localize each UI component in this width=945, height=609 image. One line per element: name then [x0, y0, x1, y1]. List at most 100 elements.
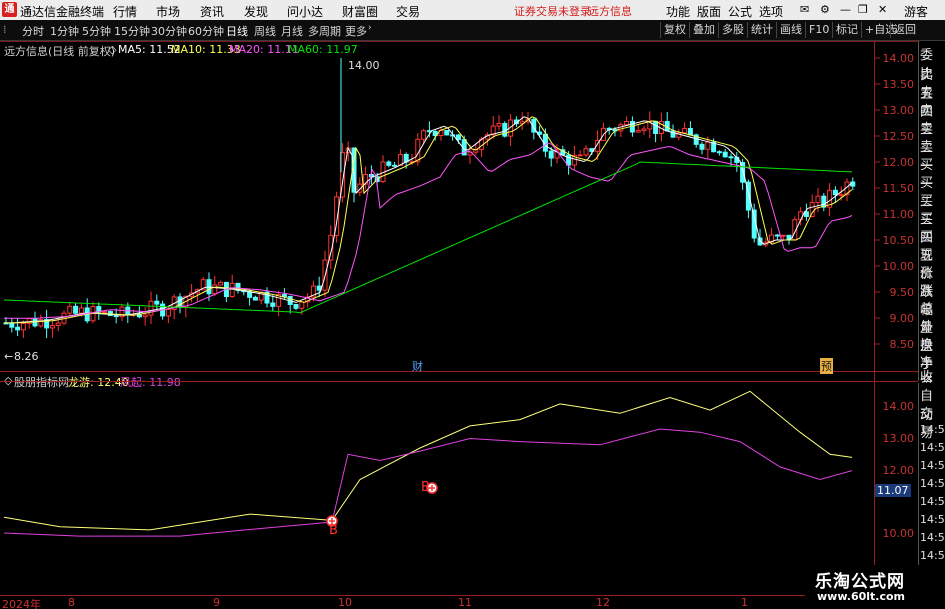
low-price-marker: 8.26 [14, 350, 39, 363]
watermark-url: www.60lt.com [817, 590, 906, 603]
candle-body [484, 134, 490, 140]
restore-icon[interactable]: ❐ [858, 3, 868, 16]
period-1min[interactable]: 1分钟 [50, 23, 79, 39]
chevron-right-icon[interactable]: › [368, 23, 372, 33]
high-price-marker: 14.00 [348, 59, 380, 72]
candle-body [345, 147, 351, 154]
message-icon[interactable]: ✉ [800, 3, 809, 16]
candle-body [415, 138, 421, 163]
candle-body [206, 279, 212, 295]
candle-body [734, 156, 740, 164]
period-minute[interactable]: 分时 [22, 23, 44, 39]
finance-event-marker[interactable]: 财 [412, 358, 423, 374]
menu-quotes[interactable]: 行情 [113, 3, 137, 20]
candle-body [821, 195, 827, 208]
candle-body [774, 234, 780, 237]
menu-market[interactable]: 市场 [156, 3, 180, 20]
f10-button[interactable]: F10 [805, 22, 832, 38]
app-title: 通达信金融终端 [20, 5, 105, 19]
candle-body [560, 149, 566, 156]
candle-body [374, 176, 380, 183]
candle-body [438, 129, 444, 137]
candle-body [467, 151, 473, 156]
candle-body [299, 301, 305, 309]
period-month[interactable]: 月线 [281, 23, 303, 39]
y-tick: 14.00 [882, 400, 915, 413]
settings-icon[interactable]: ⚙ [820, 3, 830, 16]
period-week[interactable]: 周线 [254, 23, 276, 39]
candle-body [276, 294, 282, 307]
info-notice[interactable]: 远方信息 [588, 3, 632, 19]
ma60-value: MA60: 11.97 [288, 43, 358, 56]
candle-body [769, 234, 775, 243]
menu-trade[interactable]: 交易 [396, 3, 420, 20]
draw-button[interactable]: 画线 [776, 22, 805, 38]
candle-body [757, 237, 763, 246]
candle-body [73, 305, 79, 314]
candle-body [658, 120, 664, 135]
candle-body [444, 129, 450, 136]
period-5min[interactable]: 5分钟 [82, 23, 111, 39]
mark-button[interactable]: 标记 [832, 22, 861, 38]
candle-body [171, 296, 177, 310]
candle-body [780, 234, 786, 237]
candle-body [136, 313, 142, 318]
candle-body [838, 194, 844, 197]
buy-signal-label: B [421, 480, 430, 495]
indicator-toggle-icon[interactable]: ◇ [4, 374, 12, 387]
stock-label: 远方信息(日线 前复权) [4, 45, 116, 58]
x-tick: 8 [68, 596, 75, 609]
menu-ask[interactable]: 问小达 [287, 3, 323, 20]
period-multi[interactable]: 多周期 [308, 23, 341, 39]
candle-body [386, 161, 392, 166]
trade-time: 14:56 [920, 477, 945, 490]
menu-discover[interactable]: 发现 [244, 3, 268, 20]
candle-body [235, 282, 241, 292]
period-more[interactable]: 更多 [345, 23, 367, 39]
candle-body [328, 234, 334, 261]
close-icon[interactable]: ✕ [878, 3, 887, 16]
x-tick: 10 [338, 596, 352, 609]
period-15min[interactable]: 15分钟 [114, 23, 150, 39]
candle-body [641, 128, 647, 131]
period-day[interactable]: 日线 [226, 23, 248, 39]
trade-time: 14:56 [920, 549, 945, 562]
menu-formula[interactable]: 公式 [728, 3, 752, 20]
period-30min[interactable]: 30分钟 [151, 23, 187, 39]
period-60min[interactable]: 60分钟 [188, 23, 224, 39]
candle-body [699, 143, 705, 150]
candle-body [687, 128, 693, 136]
guest-label[interactable]: 游客 [904, 3, 928, 20]
candle-body [334, 196, 340, 236]
y-tick: 13.50 [882, 78, 915, 91]
menu-layout[interactable]: 版面 [697, 3, 721, 20]
y-tick: 12.50 [882, 130, 915, 143]
trade-time: 14:56 [920, 441, 945, 454]
multi-stock-button[interactable]: 多股 [718, 22, 747, 38]
candle-body [554, 149, 560, 159]
y-tick: 10.50 [882, 234, 915, 247]
candle-body [763, 241, 769, 246]
candle-body [745, 181, 751, 211]
x-tick: 2024年 [2, 598, 41, 609]
x-tick: 12 [596, 596, 610, 609]
adjust-button[interactable]: 复权 [660, 22, 689, 38]
candle-body [380, 161, 386, 183]
overlay-button[interactable]: 叠加 [689, 22, 718, 38]
candle-body [473, 148, 479, 153]
candle-body [90, 306, 96, 322]
menu-options[interactable]: 选项 [759, 3, 783, 20]
trade-login-notice[interactable]: 证券交易未登录 [514, 3, 591, 19]
menu-wealth[interactable]: 财富圈 [342, 3, 378, 20]
menu-news[interactable]: 资讯 [200, 3, 224, 20]
forecast-event-marker[interactable]: 预 [820, 358, 833, 374]
period-toolbar: ⁞ 分时 1分钟 5分钟 15分钟 30分钟 60分钟 日线 周线 月线 多周期… [0, 20, 945, 41]
menu-function[interactable]: 功能 [666, 3, 690, 20]
ma-toggle-icon[interactable]: ◇ [108, 43, 116, 56]
candle-body [223, 281, 229, 298]
candle-body [49, 324, 55, 329]
back-button[interactable]: 返回 [890, 22, 919, 38]
minimize-icon[interactable]: — [840, 3, 851, 16]
trade-time: 14:56 [920, 459, 945, 472]
stats-button[interactable]: 统计 [747, 22, 776, 38]
